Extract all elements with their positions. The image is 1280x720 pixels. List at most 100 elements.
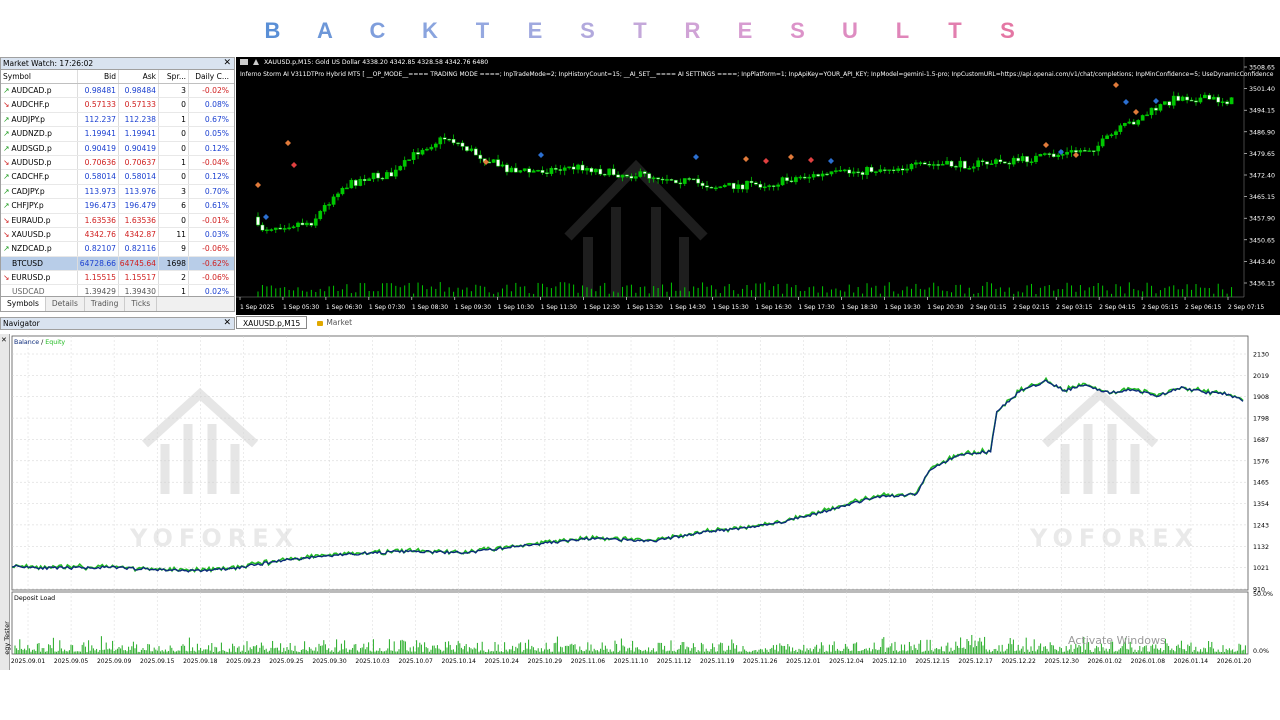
candle-body bbox=[660, 178, 665, 181]
daily-change-cell: -0.06% bbox=[202, 273, 229, 283]
candle-body bbox=[1083, 150, 1087, 152]
arrow-down-icon: ↘ bbox=[3, 100, 10, 110]
tab-trading[interactable]: Trading bbox=[85, 297, 126, 311]
market-row-cadjpy-p[interactable]: ↗ CADJPY.p 113.973 113.976 3 0.70% bbox=[1, 184, 234, 200]
daily-change-cell: 0.03% bbox=[204, 229, 229, 239]
candle-body bbox=[874, 171, 878, 173]
candle-body bbox=[882, 169, 887, 171]
spread-cell: 6 bbox=[159, 199, 189, 213]
market-row-cadchf-p[interactable]: ↗ CADCHF.p 0.58014 0.58014 0 0.12% bbox=[1, 170, 234, 185]
x-axis-label: 2025.09.15 bbox=[140, 658, 175, 665]
close-icon[interactable]: ✕ bbox=[223, 58, 231, 69]
ask-cell: 0.58014 bbox=[119, 170, 159, 184]
tab-chart-xauusd[interactable]: XAUUSD.p,M15 bbox=[236, 316, 308, 329]
market-row-audcad-p[interactable]: ↗ AUDCAD.p 0.98481 0.98484 3 -0.02% bbox=[1, 84, 234, 99]
candle-body bbox=[469, 148, 474, 151]
y-axis-label: 2130 bbox=[1253, 352, 1269, 359]
candle-body bbox=[500, 164, 505, 167]
header-ask[interactable]: Ask bbox=[119, 70, 159, 83]
y-axis-label: 1576 bbox=[1253, 458, 1269, 465]
strategy-tester-panel: ✕ egy Tester YOFOREX YOFOREX 2130 2019 1908 1… bbox=[0, 334, 1280, 670]
header-symbol[interactable]: Symbol bbox=[1, 70, 78, 83]
candle-body bbox=[358, 179, 363, 186]
candle-body bbox=[260, 224, 265, 231]
chart-menu-icon[interactable] bbox=[240, 59, 248, 65]
symbol-cell: BTCUSD bbox=[1, 256, 78, 271]
candle-body bbox=[780, 177, 785, 186]
candle-body bbox=[496, 159, 500, 167]
bid-cell: 4342.76 bbox=[78, 227, 119, 242]
candle-body bbox=[1011, 157, 1016, 165]
x-axis-label: 2025.10.03 bbox=[355, 658, 390, 665]
x-axis-label: 2025.12.17 bbox=[958, 658, 993, 665]
price-chart[interactable]: 3508.65 3501.40 3494.15 3486.90 3479.65 3472.… bbox=[236, 57, 1280, 315]
chart-symbol-text: XAUUSD.p,M15: Gold US Dollar 4338.20 434… bbox=[263, 59, 489, 66]
close-icon[interactable]: ✕ bbox=[223, 318, 231, 329]
candle-body bbox=[718, 186, 723, 189]
candle-body bbox=[429, 146, 434, 150]
tab-ticks[interactable]: Ticks bbox=[125, 297, 158, 311]
candle-body bbox=[940, 163, 945, 166]
candle-body bbox=[353, 179, 358, 186]
time-label: 1 Sep 09:30 bbox=[455, 304, 491, 311]
market-row-eurusd-p[interactable]: ↘ EURUSD.p 1.15515 1.15517 2 -0.06% bbox=[1, 271, 234, 286]
symbol-cell: ↘ AUDCHF.p bbox=[1, 98, 78, 112]
y-axis-label: 1908 bbox=[1253, 394, 1269, 401]
candle-body bbox=[1220, 101, 1225, 103]
bid-cell: 113.973 bbox=[78, 184, 119, 199]
candle-body bbox=[456, 142, 460, 145]
market-watch-panel: Market Watch: 17:26:02 ✕ Symbol Bid Ask … bbox=[0, 57, 235, 312]
spread-cell: 0 bbox=[159, 98, 189, 112]
x-axis-label: 2025.09.01 bbox=[11, 658, 46, 665]
symbol-cell: ↗ AUDJPY.p bbox=[1, 112, 78, 127]
ask-cell: 0.57133 bbox=[119, 98, 159, 112]
x-axis-label: 2025.12.04 bbox=[829, 658, 864, 665]
trade-marker bbox=[1123, 99, 1129, 105]
market-row-audjpy-p[interactable]: ↗ AUDJPY.p 112.237 112.238 1 0.67% bbox=[1, 112, 234, 128]
candle-body bbox=[451, 139, 456, 144]
market-row-audchf-p[interactable]: ↘ AUDCHF.p 0.57133 0.57133 0 0.08% bbox=[1, 98, 234, 113]
market-row-audsgd-p[interactable]: ↗ AUDSGD.p 0.90419 0.90419 0 0.12% bbox=[1, 141, 234, 156]
market-row-audusd-p[interactable]: ↘ AUDUSD.p 0.70636 0.70637 1 -0.04% bbox=[1, 155, 234, 171]
candle-body bbox=[398, 166, 403, 171]
tab-details[interactable]: Details bbox=[46, 297, 85, 311]
x-axis-label: 2025.10.07 bbox=[398, 658, 433, 665]
candle-body bbox=[1176, 95, 1181, 101]
market-row-chfjpy-p[interactable]: ↗ CHFJPY.p 196.473 196.479 6 0.61% bbox=[1, 199, 234, 214]
candle-body bbox=[1016, 157, 1021, 162]
candle-body bbox=[811, 174, 816, 178]
time-label: 1 Sep 05:30 bbox=[283, 304, 319, 311]
banner-letter: C bbox=[369, 18, 386, 43]
arrow-up-icon: ↗ bbox=[3, 186, 10, 196]
market-row-audnzd-p[interactable]: ↗ AUDNZD.p 1.19941 1.19941 0 0.05% bbox=[1, 127, 234, 142]
time-label: 1 Sep 13:30 bbox=[627, 304, 663, 311]
candle-body bbox=[918, 162, 923, 164]
candle-body bbox=[954, 166, 958, 168]
x-axis-label: 2025.12.30 bbox=[1045, 658, 1080, 665]
header-spread[interactable]: Spr... bbox=[159, 70, 189, 83]
symbol-cell: ↘ EURAUD.p bbox=[1, 213, 78, 227]
symbol-name: CADJPY.p bbox=[11, 186, 45, 196]
backtest-results-title: BACKTESTRESULTS bbox=[0, 18, 1280, 44]
daily-change-cell: 0.67% bbox=[204, 114, 229, 124]
header-bid[interactable]: Bid bbox=[78, 70, 119, 83]
candle-body bbox=[393, 169, 398, 177]
time-label: 2 Sep 05:15 bbox=[1142, 304, 1178, 311]
market-row-xauusd-p[interactable]: ↘ XAUUSD.p 4342.76 4342.87 11 0.03% bbox=[1, 227, 234, 243]
candle-body bbox=[1131, 121, 1136, 125]
header-daily-change[interactable]: Daily C... bbox=[189, 70, 231, 83]
spread-cell: 2 bbox=[159, 271, 189, 285]
legend-balance: Balance bbox=[14, 339, 39, 346]
time-label: 1 Sep 15:30 bbox=[713, 304, 749, 311]
market-row-btcusd[interactable]: BTCUSD 64728.66 64745.64 1698 -0.62% bbox=[1, 256, 234, 272]
market-row-nzdcad-p[interactable]: ↗ NZDCAD.p 0.82107 0.82116 9 -0.06% bbox=[1, 242, 234, 257]
candle-body bbox=[869, 167, 874, 172]
market-row-euraud-p[interactable]: ↘ EURAUD.p 1.63536 1.63536 0 -0.01% bbox=[1, 213, 234, 228]
tab-market[interactable]: Market bbox=[311, 316, 358, 329]
candle-body bbox=[767, 185, 772, 188]
bid-cell: 0.98481 bbox=[78, 84, 119, 98]
price-label: 3436.15 bbox=[1249, 281, 1275, 288]
tab-symbols[interactable]: Symbols bbox=[1, 297, 46, 311]
price-label: 3486.90 bbox=[1249, 129, 1275, 136]
spread-cell: 11 bbox=[159, 227, 189, 242]
